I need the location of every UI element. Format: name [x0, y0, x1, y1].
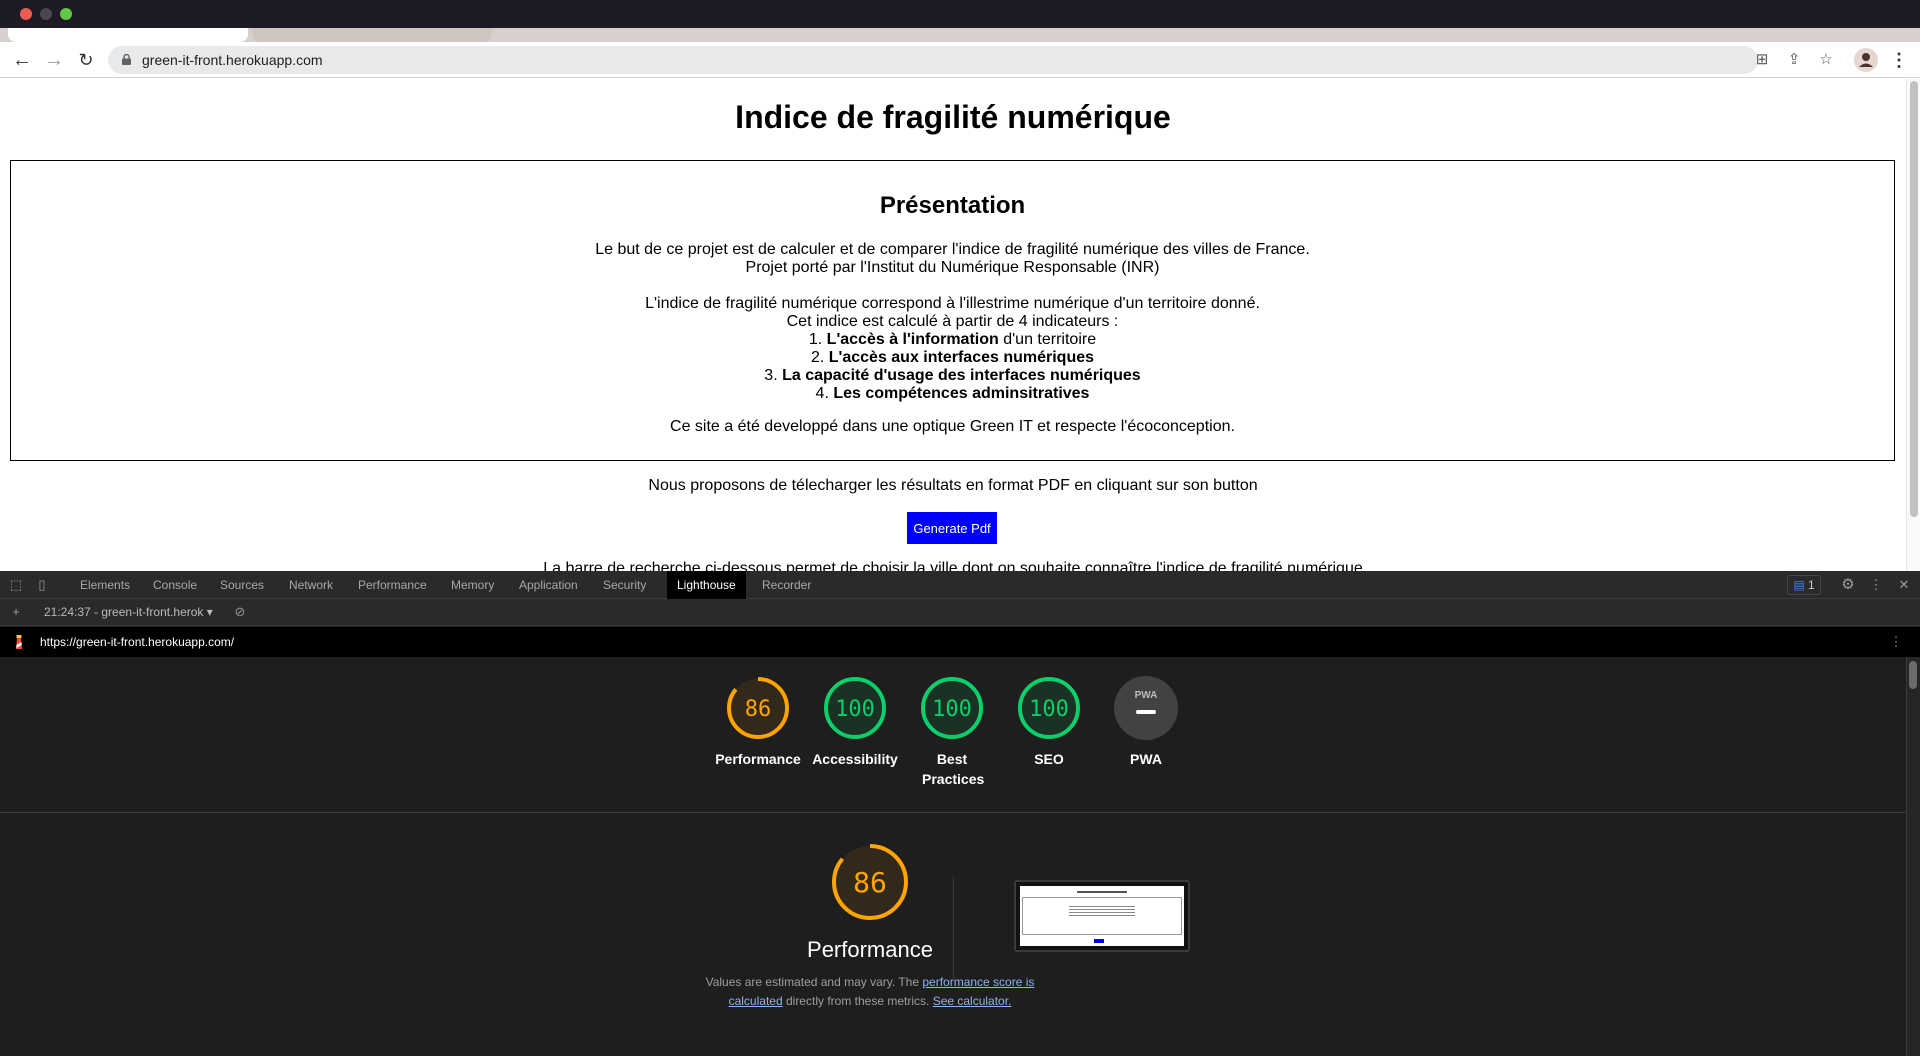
gauge-chart: PWA	[1114, 676, 1178, 740]
plus-icon[interactable]: +	[8, 604, 24, 620]
gauge-best-practices[interactable]: 100 Best Practices	[904, 675, 1000, 789]
share-icon[interactable]: ⇪	[1784, 50, 1804, 70]
report-url[interactable]: https://green-it-front.herokuapp.com/	[40, 635, 234, 649]
star-icon[interactable]: ☆	[1816, 50, 1836, 70]
report-scrollbar[interactable]	[1906, 657, 1920, 1056]
window-titlebar	[0, 0, 1920, 28]
close-icon[interactable]: ✕	[1896, 577, 1912, 593]
address-bar[interactable]: green-it-front.herokuapp.com ⊞ ⇪ ☆	[108, 46, 1833, 74]
intro-line: Le but de ce projet est de calculer et d…	[595, 241, 1310, 258]
gauge-pwa[interactable]: PWA PWA	[1098, 675, 1194, 769]
gauge-score: 100	[932, 697, 972, 722]
presentation-box: Présentation Le but de ce projet est de …	[10, 160, 1895, 461]
final-screenshot-thumbnail[interactable]	[1014, 880, 1190, 952]
generate-pdf-button[interactable]: Generate Pdf	[907, 512, 997, 544]
performance-description: Values are estimated and may vary. The p…	[705, 975, 1035, 1008]
kebab-menu-icon[interactable]: ⋮	[1890, 50, 1908, 70]
lighthouse-toolbar: + 21:24:37 - green-it-front.herok ▾ ⊘	[0, 599, 1920, 626]
report-selector[interactable]: 21:24:37 - green-it-front.herok ▾	[44, 605, 213, 619]
browser-tab-active[interactable]	[8, 28, 248, 42]
avatar-icon[interactable]	[1854, 48, 1878, 72]
performance-gauge-large: 86	[832, 844, 908, 920]
gauge-accessibility[interactable]: 100 Accessibility	[807, 675, 903, 769]
gauge-label: Best Practices	[922, 751, 985, 787]
pwa-dash-icon	[1136, 710, 1156, 714]
tab-strip	[0, 28, 1920, 42]
indicator-item: 2. L'accès aux interfaces numériques	[810, 349, 1095, 366]
lighthouse-url-bar: https://green-it-front.herokuapp.com/ ⋮	[0, 627, 1920, 657]
maximize-window-button[interactable]	[60, 8, 72, 20]
page-scrollbar[interactable]	[1906, 79, 1920, 571]
arrow-right-icon[interactable]: →	[42, 48, 66, 72]
page-title: Indice de fragilité numérique	[735, 99, 1171, 135]
devtools-tab-application[interactable]: Application	[509, 571, 588, 599]
reload-icon[interactable]: ↻	[74, 48, 98, 72]
intro-line: Projet porté par l'Institut du Numérique…	[745, 259, 1160, 276]
devtools-tab-sources[interactable]: Sources	[210, 571, 274, 599]
gauge-score: 100	[1029, 697, 1069, 722]
performance-section: 86 Performance Values are estimated and …	[690, 842, 1050, 1011]
web-page: Indice de fragilité numérique Présentati…	[0, 79, 1920, 571]
devtools-tab-memory[interactable]: Memory	[441, 571, 504, 599]
see-calculator-link[interactable]: See calculator.	[933, 994, 1012, 1008]
vertical-divider	[953, 877, 954, 982]
close-window-button[interactable]	[20, 8, 32, 20]
gear-icon[interactable]: ⚙	[1840, 577, 1856, 593]
devtools-tab-performance[interactable]: Performance	[348, 571, 437, 599]
devtools-tab-recorder[interactable]: Recorder	[752, 571, 821, 599]
inspect-element-icon[interactable]: ⬚	[8, 577, 24, 593]
devtools-tab-console[interactable]: Console	[143, 571, 207, 599]
lock-icon	[122, 54, 131, 65]
presentation-heading: Présentation	[879, 192, 1026, 219]
section-divider	[0, 812, 1906, 813]
devtools-tab-elements[interactable]: Elements	[70, 571, 140, 599]
gauge-score: 100	[835, 697, 875, 722]
gauge-score: 86	[745, 697, 772, 722]
gauge-label: SEO	[1034, 751, 1064, 767]
devtools-tab-security[interactable]: Security	[593, 571, 656, 599]
devtools-tab-bar: ⬚ ▯ Elements Console Sources Network Perform…	[0, 571, 1920, 599]
gauge-chart: 86	[727, 677, 789, 739]
lighthouse-report: 86 Performance 100 Accessibility 100 Best Pra…	[0, 657, 1906, 1056]
gauge-label: Performance	[715, 751, 801, 767]
indicator-item: 3. La capacité d'usage des interfaces nu…	[764, 367, 1141, 384]
devtools-tab-lighthouse[interactable]: Lighthouse	[667, 571, 746, 599]
performance-title: Performance	[807, 937, 933, 962]
indicator-item: 4. Les compétences adminsitratives	[815, 385, 1090, 402]
minimize-window-button[interactable]	[40, 8, 52, 20]
pdf-description: Nous proposons de télecharger les résult…	[648, 477, 1258, 494]
gauge-seo[interactable]: 100 SEO	[1001, 675, 1097, 769]
gauge-chart: 100	[921, 677, 983, 739]
definition-line: Cet indice est calculé à partir de 4 ind…	[786, 313, 1119, 330]
arrow-left-icon[interactable]: ←	[10, 48, 34, 72]
browser-toolbar: ← → ↻ green-it-front.herokuapp.com ⊞ ⇪ ☆…	[0, 42, 1920, 78]
search-description: La barre de recherche ci-dessous permet …	[543, 560, 1363, 571]
gauge-performance[interactable]: 86 Performance	[710, 675, 806, 769]
browser-tab[interactable]	[252, 28, 492, 42]
indicator-item: 1. L'accès à l'information d'un territoi…	[808, 331, 1097, 348]
gauge-chart: 100	[824, 677, 886, 739]
translate-icon[interactable]: ⊞	[1752, 50, 1772, 70]
gauge-label: PWA	[1130, 751, 1162, 767]
clear-icon[interactable]: ⊘	[232, 604, 248, 620]
pwa-badge-background	[1114, 676, 1178, 740]
devtools-panel: ⬚ ▯ Elements Console Sources Network Perform…	[0, 571, 1920, 1056]
message-icon: ▤	[1793, 578, 1805, 592]
pwa-badge-text: PWA	[1135, 690, 1158, 701]
definition-line: L'indice de fragilité numérique correspo…	[645, 295, 1260, 312]
device-toolbar-icon[interactable]: ▯	[34, 577, 50, 593]
lighthouse-icon	[16, 635, 22, 649]
kebab-menu-icon[interactable]: ⋮	[1868, 577, 1884, 593]
gauge-label: Accessibility	[812, 751, 898, 767]
green-it-text: Ce site a été developpé dans une optique…	[670, 418, 1235, 435]
url-text: green-it-front.herokuapp.com	[142, 52, 323, 68]
kebab-menu-icon[interactable]: ⋮	[1888, 634, 1904, 650]
issues-badge[interactable]: ▤ 1	[1787, 575, 1821, 595]
gauge-chart: 100	[1018, 677, 1080, 739]
devtools-tab-network[interactable]: Network	[279, 571, 343, 599]
gauge-score: 86	[853, 866, 887, 899]
